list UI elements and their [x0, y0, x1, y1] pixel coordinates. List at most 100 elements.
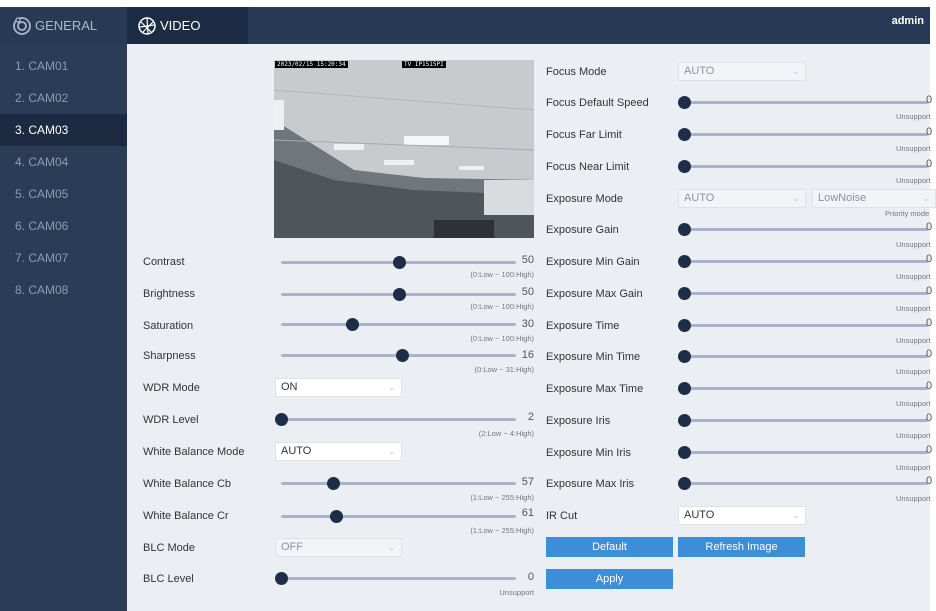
- sidebar-item-cam06[interactable]: 6. CAM06: [0, 210, 127, 242]
- tab-general[interactable]: GENERAL: [12, 7, 97, 44]
- sharpness-slider[interactable]: [281, 349, 516, 363]
- white-balance-cb-slider-handle[interactable]: [326, 477, 340, 490]
- ir-cut-label: IR Cut: [546, 510, 578, 522]
- brightness-slider-handle[interactable]: [392, 288, 406, 301]
- chevron-down-icon: ⌄: [388, 543, 395, 552]
- white-balance-cb-label: White Balance Cb: [143, 478, 232, 490]
- exposure-max-iris-slider-handle[interactable]: [678, 477, 691, 490]
- exposure-mode-select[interactable]: AUTO ⌄: [678, 189, 806, 208]
- blc-mode-select[interactable]: OFF ⌄: [275, 538, 402, 557]
- white-balance-cr-slider[interactable]: [281, 510, 516, 524]
- focus-far-limit-slider[interactable]: [678, 128, 928, 142]
- exposure-max-gain-slider-handle[interactable]: [678, 287, 691, 300]
- sidebar-item-cam03[interactable]: 3. CAM03: [0, 114, 127, 146]
- exposure-max-time-slider[interactable]: [678, 382, 928, 396]
- brightness-slider[interactable]: [281, 288, 516, 302]
- exposure-min-gain-slider[interactable]: [678, 255, 928, 269]
- exposure-iris-value: 0: [926, 412, 933, 424]
- white-balance-cb-slider[interactable]: [281, 477, 516, 491]
- exposure-time-value: 0: [926, 317, 933, 329]
- sidebar-item-cam04[interactable]: 4. CAM04: [0, 146, 127, 178]
- tab-video-label: VIDEO: [160, 18, 201, 33]
- focus-far-limit-value: 0: [926, 126, 933, 138]
- camera-preview: 2023/02/15 15:20:34 TV IP1515PI: [274, 60, 534, 238]
- user-name[interactable]: admin: [892, 7, 924, 36]
- tab-general-label: GENERAL: [35, 18, 98, 33]
- exposure-time-slider[interactable]: [678, 319, 928, 333]
- wdr-mode-select[interactable]: ON ⌄: [275, 378, 402, 397]
- default-button[interactable]: Default: [546, 537, 673, 557]
- refresh-image-button[interactable]: Refresh Image: [678, 537, 805, 557]
- blc-level-slider-handle[interactable]: [275, 572, 288, 585]
- sharpness-slider-handle[interactable]: [396, 349, 410, 362]
- exposure-max-iris-range: Unsupport: [896, 494, 931, 503]
- exposure-min-iris-range: Unsupport: [896, 463, 931, 472]
- focus-far-limit-slider-handle[interactable]: [678, 128, 691, 141]
- white-balance-cr-slider-handle[interactable]: [330, 510, 344, 523]
- blc-level-range: Unsupport: [499, 588, 534, 597]
- exposure-iris-range: Unsupport: [896, 431, 931, 440]
- exposure-min-time-range: Unsupport: [896, 367, 931, 376]
- focus-mode-select[interactable]: AUTO ⌄: [678, 62, 806, 81]
- white-balance-mode-select[interactable]: AUTO ⌄: [275, 442, 402, 461]
- focus-default-speed-slider-handle[interactable]: [678, 96, 691, 109]
- saturation-value: 30: [521, 318, 534, 330]
- exposure-iris-slider[interactable]: [678, 414, 928, 428]
- wdr-mode-label: WDR Mode: [143, 382, 200, 394]
- exposure-time-label: Exposure Time: [546, 320, 620, 332]
- saturation-slider[interactable]: [281, 318, 516, 332]
- focus-near-limit-slider[interactable]: [678, 160, 928, 174]
- focus-near-limit-label: Focus Near Limit: [546, 161, 630, 173]
- exposure-max-iris-value: 0: [926, 475, 933, 487]
- sidebar-item-cam05[interactable]: 5. CAM05: [0, 178, 127, 210]
- saturation-slider-handle[interactable]: [345, 318, 359, 331]
- exposure-max-time-slider-handle[interactable]: [678, 382, 691, 395]
- exposure-gain-slider-handle[interactable]: [678, 223, 691, 236]
- exposure-priority-note: Priority mode: [885, 209, 930, 218]
- blc-level-slider[interactable]: [275, 572, 516, 586]
- sidebar-item-cam01[interactable]: 1. CAM01: [0, 50, 127, 82]
- sidebar-item-cam08[interactable]: 8. CAM08: [0, 274, 127, 306]
- exposure-max-iris-slider[interactable]: [678, 477, 928, 491]
- exposure-gain-slider[interactable]: [678, 223, 928, 237]
- focus-far-limit-label: Focus Far Limit: [546, 129, 622, 141]
- preview-timestamp: 2023/02/15 15:20:34: [275, 61, 348, 68]
- sidebar-item-cam02[interactable]: 2. CAM02: [0, 82, 127, 114]
- exposure-time-slider-handle[interactable]: [678, 319, 691, 332]
- exposure-max-time-range: Unsupport: [896, 399, 931, 408]
- exposure-min-iris-slider[interactable]: [678, 446, 928, 460]
- ir-cut-value: AUTO: [684, 509, 715, 521]
- wdr-mode-value: ON: [281, 381, 298, 393]
- focus-near-limit-slider-handle[interactable]: [678, 160, 691, 173]
- sharpness-range: (0:Low ~ 31:High): [474, 365, 534, 374]
- tab-video[interactable]: VIDEO: [127, 7, 248, 44]
- focus-default-speed-label: Focus Default Speed: [546, 97, 649, 109]
- blc-mode-label: BLC Mode: [143, 542, 195, 554]
- white-balance-cb-range: (1:Low ~ 255:High): [470, 493, 534, 502]
- wdr-level-slider-handle[interactable]: [275, 413, 288, 426]
- exposure-min-time-slider-handle[interactable]: [678, 350, 691, 363]
- apply-button[interactable]: Apply: [546, 569, 673, 589]
- exposure-min-gain-slider-handle[interactable]: [678, 255, 691, 268]
- top-bar: GENERAL VIDEO admin: [0, 7, 930, 44]
- chevron-down-icon: ⌄: [388, 383, 395, 392]
- sidebar-item-cam07[interactable]: 7. CAM07: [0, 242, 127, 274]
- exposure-max-gain-slider[interactable]: [678, 287, 928, 301]
- exposure-min-gain-label: Exposure Min Gain: [546, 256, 640, 268]
- saturation-range: (0:Low ~ 100:High): [470, 334, 534, 343]
- ir-cut-select[interactable]: AUTO ⌄: [678, 506, 806, 525]
- exposure-noise-select[interactable]: LowNoise ⌄: [812, 189, 936, 208]
- contrast-label: Contrast: [143, 256, 185, 268]
- focus-default-speed-slider[interactable]: [678, 96, 928, 110]
- blc-level-value: 0: [527, 571, 534, 583]
- wdr-level-slider[interactable]: [275, 413, 516, 427]
- sidebar: 1. CAM01 2. CAM02 3. CAM03 4. CAM04 5. C…: [0, 44, 127, 611]
- contrast-slider-handle[interactable]: [392, 256, 406, 269]
- exposure-iris-slider-handle[interactable]: [678, 414, 691, 427]
- exposure-min-time-slider[interactable]: [678, 350, 928, 364]
- contrast-slider[interactable]: [281, 256, 516, 270]
- brightness-label: Brightness: [143, 288, 195, 300]
- exposure-min-iris-slider-handle[interactable]: [678, 446, 691, 459]
- focus-near-limit-range: Unsupport: [896, 176, 931, 185]
- exposure-min-gain-value: 0: [926, 253, 933, 265]
